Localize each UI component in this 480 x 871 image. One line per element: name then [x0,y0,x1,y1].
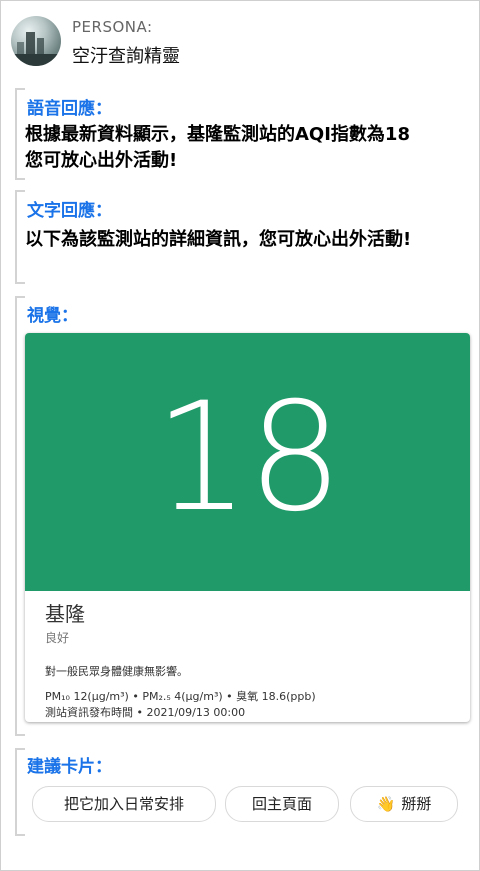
goodbye-chip[interactable]: 👋 掰掰 [350,786,458,822]
pollutant-metrics: PM₁₀ 12(μg/m³) • PM₂.₅ 4(μg/m³) • 臭氧 18.… [45,690,316,703]
aqi-card[interactable]: 18 基隆 良好 對一般民眾身體健康無影響。 PM₁₀ 12(μg/m³) • … [25,333,470,722]
add-to-routine-chip[interactable]: 把它加入日常安排 [32,786,216,822]
text-reply-text: 以下為該監測站的詳細資訊，您可放心出外活動! [25,229,412,250]
voice-line-1: 根據最新資料顯示，基隆監測站的AQI指數為18 [25,124,410,145]
persona-label: PERSONA: [72,18,153,36]
text-section-title: 文字回應： [27,201,112,221]
publish-time: 測站資訊發布時間 • 2021/09/13 00:00 [45,706,246,719]
suggestion-section-title: 建議卡片： [27,757,112,777]
voice-line-2: 您可放心出外活動! [25,150,178,171]
voice-reply-text: 根據最新資料顯示，基隆監測站的AQI指數為18 您可放心出外活動! [25,122,475,174]
goodbye-chip-label: 掰掰 [401,795,432,813]
waving-hand-icon: 👋 [376,795,396,813]
voice-section-title: 語音回應： [27,99,112,119]
station-name: 基隆 [45,602,85,626]
air-quality-status: 良好 [45,631,70,645]
suggestion-section-bracket [15,748,27,836]
persona-avatar [11,16,61,66]
aqi-value: 18 [154,371,343,545]
visual-section-title: 視覺： [27,306,78,326]
persona-name: 空汙查詢精靈 [72,46,180,67]
home-chip[interactable]: 回主頁面 [225,786,339,822]
aqi-band: 18 [25,333,470,591]
health-advice: 對一般民眾身體健康無影響。 [45,665,188,678]
